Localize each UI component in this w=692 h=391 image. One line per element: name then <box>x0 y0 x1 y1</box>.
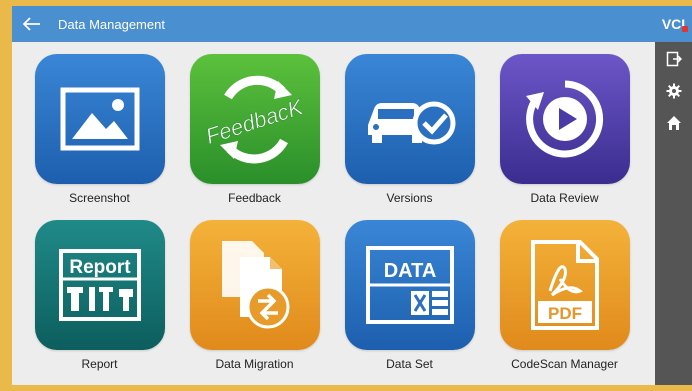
tile-label: Data Migration <box>215 357 294 371</box>
app-screen: Data Management VCI Screenshot FeedbacK … <box>12 6 692 385</box>
tile-data-review[interactable]: Data Review <box>487 54 642 205</box>
tile-label: Screenshot <box>69 191 130 205</box>
pdf-file-icon: PDF <box>530 240 599 330</box>
data-review-icon-box <box>499 54 630 184</box>
car-check-icon <box>367 101 455 145</box>
vci-status-button[interactable]: VCI <box>655 6 692 42</box>
tile-label: Data Set <box>386 357 433 371</box>
file-transfer-icon <box>221 241 289 329</box>
feedback-icon-box: FeedbacK <box>189 54 320 184</box>
tile-grid: Screenshot FeedbacK Feedback Versions Da… <box>12 42 655 385</box>
arrow-left-icon <box>23 17 40 31</box>
tile-label: Data Review <box>530 191 599 205</box>
feedback-icon-text: FeedbacK <box>202 94 306 149</box>
tile-data-migration[interactable]: Data Migration <box>177 220 332 371</box>
play-refresh-icon <box>525 80 603 158</box>
tile-data-set[interactable]: DATA Data Set <box>332 220 487 371</box>
data-migration-icon-box <box>189 220 320 350</box>
back-button[interactable] <box>12 6 52 42</box>
report-tools-icon: Report <box>58 249 141 321</box>
home-icon <box>666 116 681 130</box>
tile-label: Report <box>81 357 118 371</box>
exit-icon <box>666 51 682 67</box>
image-icon <box>60 87 139 151</box>
feedback-recycle-icon: FeedbacK <box>202 75 307 164</box>
codescan-icon-box: PDF <box>499 220 630 350</box>
tile-label: Feedback <box>228 191 281 205</box>
exit-button[interactable] <box>655 44 692 74</box>
tile-versions[interactable]: Versions <box>332 54 487 205</box>
settings-button[interactable] <box>655 76 692 106</box>
report-icon-text: Report <box>69 257 131 278</box>
tile-codescan-manager[interactable]: PDF CodeScan Manager <box>487 220 642 371</box>
tile-screenshot[interactable]: Screenshot <box>22 54 177 205</box>
data-set-icon-box: DATA <box>344 220 475 350</box>
gear-icon <box>666 83 681 99</box>
vci-status-indicator <box>682 26 688 32</box>
home-button[interactable] <box>655 108 692 138</box>
tile-label: Versions <box>386 191 433 205</box>
report-icon-box: Report <box>34 220 165 350</box>
screenshot-icon-box <box>34 54 165 184</box>
data-icon-text: DATA <box>383 260 436 282</box>
side-rail: VCI <box>655 6 692 385</box>
pdf-icon-text: PDF <box>548 304 582 323</box>
data-excel-icon: DATA <box>365 246 454 324</box>
tile-report[interactable]: Report Report <box>22 220 177 371</box>
top-bar: Data Management <box>12 6 655 42</box>
versions-icon-box <box>344 54 475 184</box>
tile-feedback[interactable]: FeedbacK Feedback <box>177 54 332 205</box>
page-title: Data Management <box>58 16 165 32</box>
tile-label: CodeScan Manager <box>511 357 618 371</box>
